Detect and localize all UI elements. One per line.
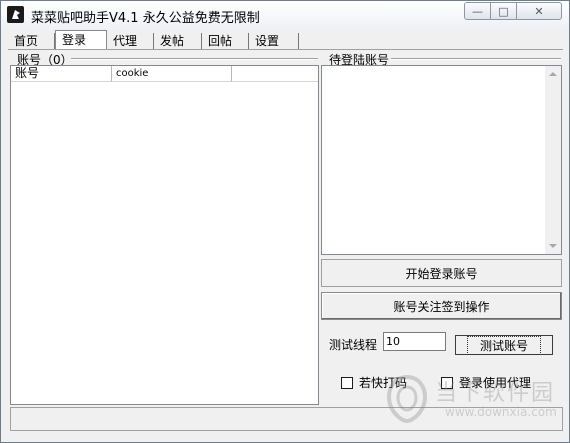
- thread-count-input[interactable]: [383, 332, 446, 351]
- pending-scrollbar[interactable]: [545, 66, 561, 254]
- login-proxy-label: 登录使用代理: [459, 376, 532, 390]
- chevron-down-icon[interactable]: [549, 244, 557, 248]
- test-accounts-button-label: 测试账号: [466, 335, 541, 355]
- chevron-up-icon[interactable]: [549, 72, 557, 76]
- thread-count-label: 测试线程: [329, 338, 378, 352]
- minimize-icon: —: [472, 4, 483, 18]
- fast-captcha-checkbox[interactable]: 若快打码: [341, 374, 407, 391]
- column-header-blank[interactable]: [232, 66, 318, 82]
- close-button[interactable]: ✕: [517, 2, 562, 20]
- tab-bar: 首页 登录 代理 发帖 回帖 设置: [8, 30, 563, 50]
- login-proxy-checkbox[interactable]: 登录使用代理: [441, 374, 531, 391]
- follow-sign-button[interactable]: 账号关注签到操作: [321, 292, 562, 320]
- account-list-header: 账号 cookie: [11, 66, 318, 82]
- column-header-account[interactable]: 账号: [11, 66, 112, 82]
- close-icon: ✕: [534, 4, 544, 18]
- login-proxy-checkbox-box[interactable]: [441, 376, 453, 389]
- window-title: 菜菜贴吧助手V4.1 永久公益免费无限制: [31, 11, 260, 26]
- maximize-button[interactable]: □: [491, 2, 517, 20]
- title-bar[interactable]: 菜菜贴吧助手V4.1 永久公益免费无限制 — □ ✕: [1, 1, 569, 29]
- pending-accounts-textarea[interactable]: [321, 65, 562, 255]
- column-header-cookie[interactable]: cookie: [112, 66, 232, 82]
- pending-group-divider: [391, 58, 561, 60]
- app-logo-icon: [7, 6, 24, 23]
- minimize-button[interactable]: —: [464, 2, 491, 20]
- app-window: 菜菜贴吧助手V4.1 永久公益免费无限制 — □ ✕ 首页 登录 代理 发帖 回…: [0, 0, 570, 443]
- tab-reply[interactable]: 回帖: [202, 33, 249, 50]
- tab-panel-border: [8, 49, 563, 50]
- tab-home[interactable]: 首页: [8, 33, 55, 50]
- maximize-icon: □: [498, 4, 509, 18]
- account-list[interactable]: 账号 cookie: [10, 65, 319, 405]
- tab-proxy[interactable]: 代理: [107, 33, 154, 50]
- tab-login[interactable]: 登录: [55, 30, 107, 50]
- status-bar: [10, 407, 563, 431]
- start-login-button[interactable]: 开始登录账号: [321, 259, 562, 287]
- account-group-divider: [71, 58, 318, 60]
- fast-captcha-checkbox-box[interactable]: [341, 376, 353, 389]
- test-accounts-button[interactable]: 测试账号: [455, 335, 553, 355]
- caption-buttons: — □ ✕: [464, 2, 562, 22]
- tab-settings[interactable]: 设置: [249, 33, 299, 50]
- fast-captcha-label: 若快打码: [359, 376, 408, 390]
- tab-post[interactable]: 发帖: [154, 33, 202, 50]
